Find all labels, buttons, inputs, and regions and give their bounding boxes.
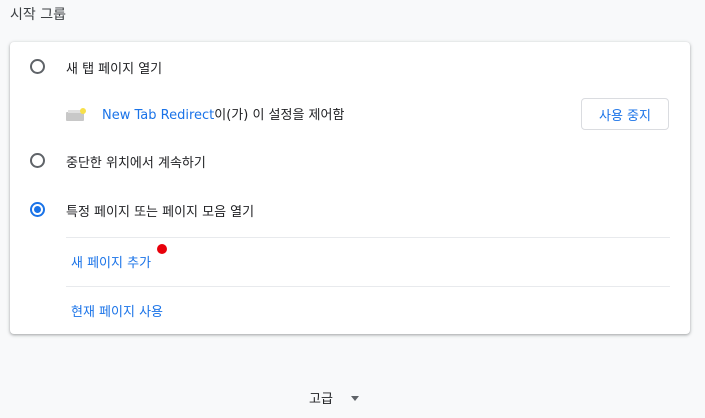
section-title: 시작 그룹 <box>10 7 66 23</box>
advanced-toggle[interactable]: 고급 <box>309 388 359 407</box>
option-label-new-tab-page[interactable]: 새 탭 페이지 열기 <box>66 58 162 77</box>
divider <box>66 286 670 287</box>
startup-card: 새 탭 페이지 열기 New Tab Redirect이(가) 이 설정을 제어… <box>10 42 690 334</box>
chevron-down-icon <box>350 396 359 401</box>
red-marker-dot <box>157 244 167 254</box>
extension-notice: New Tab Redirect이(가) 이 설정을 제어함 <box>102 104 344 123</box>
divider <box>66 237 670 238</box>
option-label-continue-where-left-off[interactable]: 중단한 위치에서 계속하기 <box>66 152 206 171</box>
add-new-page-link[interactable]: 새 페이지 추가 <box>71 252 151 271</box>
option-label-open-specific-pages[interactable]: 특정 페이지 또는 페이지 모음 열기 <box>66 201 254 220</box>
disable-extension-button[interactable]: 사용 중지 <box>581 98 669 130</box>
radio-open-specific-pages[interactable] <box>30 202 45 217</box>
extension-name-link[interactable]: New Tab Redirect <box>102 108 214 123</box>
advanced-label: 고급 <box>309 392 333 407</box>
extension-puzzle-icon <box>66 108 86 121</box>
extension-notice-text: 이(가) 이 설정을 제어함 <box>214 108 345 123</box>
radio-continue-where-left-off[interactable] <box>30 153 45 168</box>
use-current-pages-link[interactable]: 현재 페이지 사용 <box>71 301 163 320</box>
radio-new-tab-page[interactable] <box>30 59 45 74</box>
